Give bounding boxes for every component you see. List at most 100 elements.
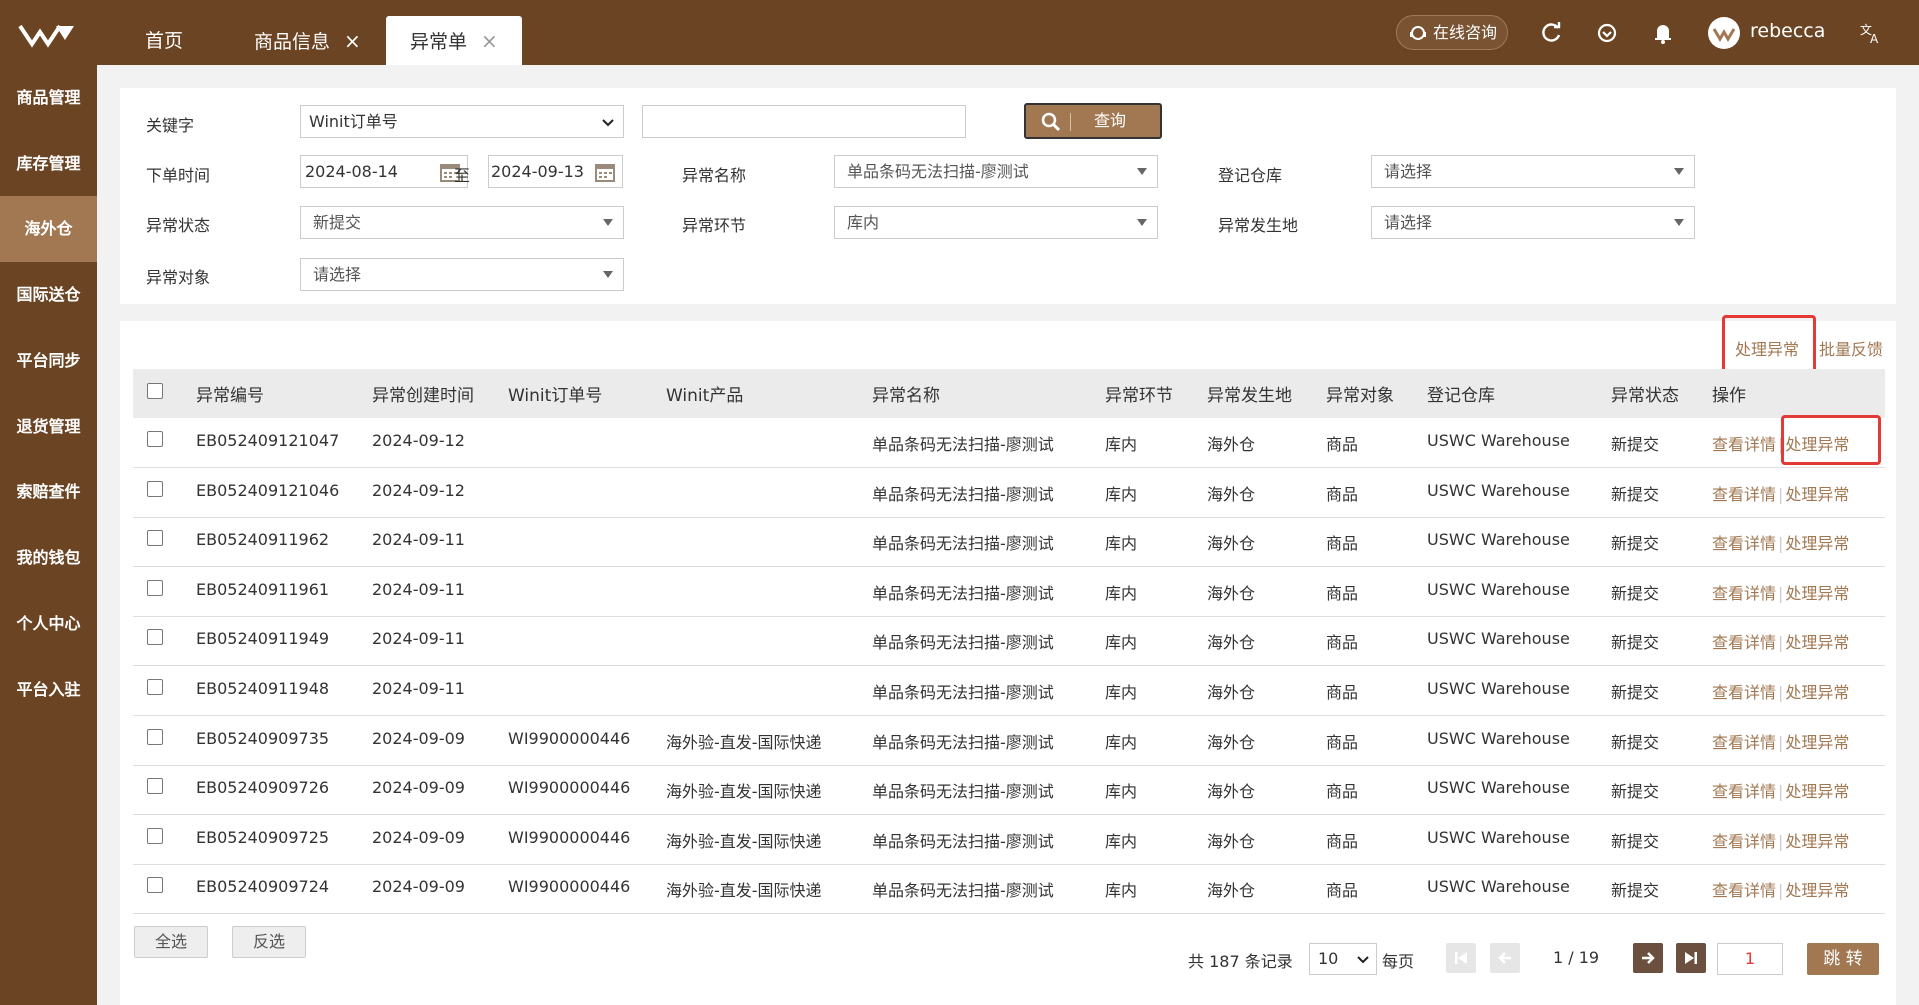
row-checkbox[interactable] [147, 431, 163, 447]
sidebar-item-platform-sync[interactable]: 平台同步 [0, 328, 97, 394]
view-details-link[interactable]: 查看详情 [1712, 782, 1776, 801]
cell-warehouse: USWC Warehouse [1427, 481, 1570, 500]
refresh-icon[interactable] [1538, 20, 1564, 46]
row-checkbox[interactable] [147, 729, 163, 745]
first-page-button[interactable] [1446, 943, 1476, 973]
column-header-winit-order[interactable]: Winit订单号 [508, 381, 602, 406]
jump-page-input[interactable]: 1 [1717, 943, 1783, 975]
warehouse-select[interactable]: 请选择 [1371, 155, 1695, 188]
keyword-label: 关键字 [146, 116, 195, 135]
sidebar-item-platform-onboarding[interactable]: 平台入驻 [0, 657, 97, 723]
column-header-exception-name[interactable]: 异常名称 [872, 381, 940, 406]
row-actions: 查看详情 | 处理异常 [1712, 629, 1849, 653]
row-checkbox[interactable] [147, 580, 163, 596]
column-header-warehouse[interactable]: 登记仓库 [1427, 381, 1495, 406]
highlight-box [1722, 315, 1816, 373]
cell-origin: 海外仓 [1207, 782, 1256, 801]
username[interactable]: rebecca [1750, 20, 1825, 42]
column-header-status[interactable]: 异常状态 [1611, 381, 1679, 406]
exception-object-select[interactable]: 请选择 [300, 258, 624, 291]
sidebar-item-personal-center[interactable]: 个人中心 [0, 591, 97, 657]
row-checkbox[interactable] [147, 828, 163, 844]
column-header-winit-product[interactable]: Winit产品 [666, 381, 743, 406]
keyword-type-select[interactable]: Winit订单号 [300, 105, 624, 138]
translate-icon[interactable]: 文A [1858, 20, 1884, 46]
sidebar-item-international-delivery[interactable]: 国际送仓 [0, 262, 97, 328]
column-header-origin[interactable]: 异常发生地 [1207, 381, 1292, 406]
calendar-icon[interactable] [594, 161, 616, 183]
divider: | [1778, 881, 1784, 900]
next-page-button[interactable] [1633, 943, 1663, 973]
date-from-input[interactable]: 2024-08-14 [300, 155, 468, 188]
batch-feedback-button[interactable]: 批量反馈 [1819, 336, 1883, 360]
bell-icon[interactable] [1650, 20, 1676, 46]
view-details-link[interactable]: 查看详情 [1712, 584, 1776, 603]
view-details-link[interactable]: 查看详情 [1712, 534, 1776, 553]
row-checkbox[interactable] [147, 778, 163, 794]
cell-object: 商品 [1326, 782, 1359, 801]
close-icon[interactable]: × [344, 16, 361, 66]
cell-created-time: 2024-09-09 [372, 877, 465, 896]
sidebar-item-wallet[interactable]: 我的钱包 [0, 525, 97, 591]
handle-exception-link[interactable]: 处理异常 [1785, 683, 1849, 702]
caret-down-icon [1137, 168, 1147, 175]
cell-stage: 库内 [1105, 881, 1138, 900]
view-details-link[interactable]: 查看详情 [1712, 832, 1776, 851]
view-details-link[interactable]: 查看详情 [1712, 435, 1776, 454]
handle-exception-link[interactable]: 处理异常 [1785, 881, 1849, 900]
cell-stage: 库内 [1105, 485, 1138, 504]
divider: | [1778, 832, 1784, 851]
handle-exception-link[interactable]: 处理异常 [1785, 485, 1849, 504]
column-header-created-time[interactable]: 异常创建时间 [372, 381, 474, 406]
tab-home[interactable]: 首页 [145, 16, 183, 65]
sidebar-item-overseas-warehouse[interactable]: 海外仓 [0, 196, 97, 262]
row-checkbox[interactable] [147, 629, 163, 645]
handle-exception-link[interactable]: 处理异常 [1785, 584, 1849, 603]
sidebar-item-returns-management[interactable]: 退货管理 [0, 394, 97, 460]
shield-heart-icon[interactable] [1594, 20, 1620, 46]
view-details-link[interactable]: 查看详情 [1712, 633, 1776, 652]
tab-product-info[interactable]: 商品信息 × [254, 16, 361, 65]
column-header-id[interactable]: 异常编号 [196, 381, 264, 406]
row-checkbox[interactable] [147, 679, 163, 695]
date-to-input[interactable]: 2024-09-13 [488, 155, 623, 188]
cell-created-time: 2024-09-11 [372, 530, 465, 549]
row-actions: 查看详情 | 处理异常 [1712, 530, 1849, 554]
search-button[interactable]: 查询 [1024, 103, 1162, 139]
row-checkbox[interactable] [147, 877, 163, 893]
view-details-link[interactable]: 查看详情 [1712, 881, 1776, 900]
row-checkbox[interactable] [147, 481, 163, 497]
divider: | [1778, 584, 1784, 603]
page-size-select[interactable]: 10 [1309, 943, 1377, 975]
prev-page-button[interactable] [1490, 943, 1520, 973]
column-header-stage[interactable]: 异常环节 [1105, 381, 1173, 406]
view-details-link[interactable]: 查看详情 [1712, 733, 1776, 752]
keyword-input[interactable] [642, 105, 966, 138]
column-header-object[interactable]: 异常对象 [1326, 381, 1394, 406]
view-details-link[interactable]: 查看详情 [1712, 683, 1776, 702]
select-all-checkbox[interactable] [147, 383, 163, 399]
handle-exception-link[interactable]: 处理异常 [1785, 733, 1849, 752]
select-all-button[interactable]: 全选 [134, 926, 208, 958]
sidebar-item-claims[interactable]: 索赔查件 [0, 459, 97, 525]
exception-name-select[interactable]: 单品条码无法扫描-廖测试 [834, 155, 1158, 188]
avatar[interactable] [1708, 17, 1740, 49]
cell-warehouse: USWC Warehouse [1427, 828, 1570, 847]
handle-exception-link[interactable]: 处理异常 [1785, 832, 1849, 851]
last-page-button[interactable] [1676, 943, 1706, 973]
handle-exception-link[interactable]: 处理异常 [1785, 534, 1849, 553]
jump-button[interactable]: 跳 转 [1807, 943, 1879, 975]
exception-status-select[interactable]: 新提交 [300, 206, 624, 239]
handle-exception-link[interactable]: 处理异常 [1785, 782, 1849, 801]
exception-stage-select[interactable]: 库内 [834, 206, 1158, 239]
close-icon[interactable]: × [481, 16, 498, 66]
tab-exception-orders[interactable]: 异常单 × [386, 16, 522, 65]
online-consult-button[interactable]: 在线咨询 [1396, 15, 1508, 50]
row-checkbox[interactable] [147, 530, 163, 546]
sidebar-item-product-management[interactable]: 商品管理 [0, 65, 97, 131]
invert-selection-button[interactable]: 反选 [232, 926, 306, 958]
handle-exception-link[interactable]: 处理异常 [1785, 633, 1849, 652]
view-details-link[interactable]: 查看详情 [1712, 485, 1776, 504]
exception-origin-select[interactable]: 请选择 [1371, 206, 1695, 239]
sidebar-item-inventory-management[interactable]: 库存管理 [0, 131, 97, 197]
